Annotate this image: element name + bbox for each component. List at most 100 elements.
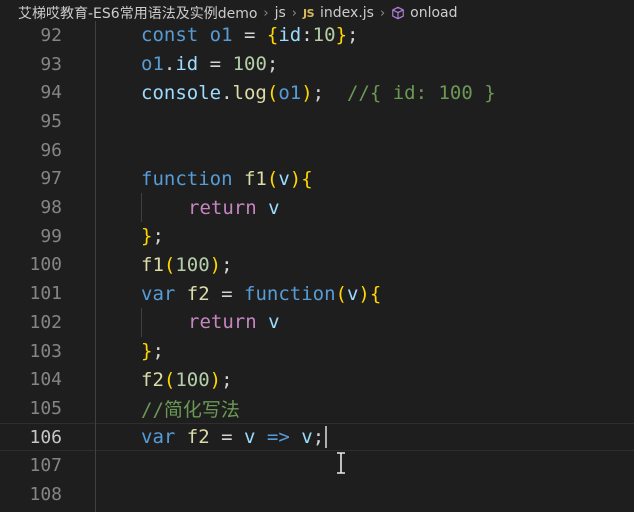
line-number: 92 xyxy=(40,24,62,46)
code-token: 100 xyxy=(175,253,210,276)
code-text[interactable]: f2(100); xyxy=(141,369,233,391)
code-token: ; xyxy=(221,253,233,276)
line-number: 96 xyxy=(40,139,62,161)
code-text[interactable]: o1.id = 100; xyxy=(141,53,278,75)
js-file-icon: JS xyxy=(303,6,315,20)
gutter-divider xyxy=(95,21,96,512)
code-token: ) xyxy=(289,167,302,190)
code-token: o1 xyxy=(141,53,164,76)
code-token: { xyxy=(369,282,382,305)
line-number: 97 xyxy=(40,168,62,190)
code-token: = xyxy=(198,53,233,76)
code-token: v xyxy=(346,282,359,305)
code-text[interactable]: //简化写法 xyxy=(141,395,240,422)
code-token: function xyxy=(244,282,336,305)
code-token: id xyxy=(175,53,199,76)
code-token: o1 xyxy=(278,81,302,104)
chevron-right-icon: › xyxy=(291,5,297,21)
code-text[interactable]: const o1 = {id:10}; xyxy=(141,24,358,46)
code-token: f2 xyxy=(186,425,210,448)
code-token: . xyxy=(163,53,176,76)
code-token: ( xyxy=(163,368,176,391)
code-token: = xyxy=(209,282,244,305)
code-token: ; xyxy=(152,225,164,248)
code-token: { xyxy=(266,24,279,47)
line-number: 104 xyxy=(29,369,62,391)
code-text[interactable]: var f2 = v => v; xyxy=(141,425,328,449)
code-token: ( xyxy=(266,81,279,104)
code-token: log xyxy=(232,81,267,104)
code-text[interactable]: function f1(v){ xyxy=(141,168,313,190)
code-token: ) xyxy=(301,81,313,104)
breadcrumb-subfolder[interactable]: js xyxy=(275,5,286,21)
code-token: = xyxy=(232,24,267,47)
line-number: 101 xyxy=(29,283,62,305)
code-token: ; xyxy=(152,340,164,363)
line-number: 102 xyxy=(29,311,62,333)
code-token: const xyxy=(141,24,199,47)
indent-guide xyxy=(141,308,142,337)
breadcrumb-folder[interactable]: 艾梯哎教育-ES6常用语法及实例demo xyxy=(18,3,257,23)
code-token: ; xyxy=(266,53,279,76)
code-token: { xyxy=(301,167,313,190)
code-token: } xyxy=(141,225,153,248)
code-token: f2 xyxy=(186,282,210,305)
code-token: console xyxy=(141,81,222,104)
code-token: return xyxy=(188,311,257,334)
code-token: id xyxy=(278,24,302,47)
line-number: 99 xyxy=(40,225,62,247)
code-token: : xyxy=(301,24,313,47)
code-token: v xyxy=(268,311,280,334)
code-token: var xyxy=(141,425,176,448)
code-token: ; xyxy=(221,368,233,391)
code-token: ( xyxy=(266,167,279,190)
code-token: ; xyxy=(347,24,359,47)
code-text[interactable]: var f2 = function(v){ xyxy=(141,283,381,305)
line-number: 93 xyxy=(40,53,62,75)
line-number: 94 xyxy=(40,82,62,104)
indent-guide xyxy=(141,193,142,222)
code-token: function xyxy=(141,167,233,190)
breadcrumb-file[interactable]: index.js xyxy=(320,5,374,21)
code-token: o1 xyxy=(209,24,233,47)
line-number: 103 xyxy=(29,340,62,362)
code-token: v xyxy=(268,196,280,219)
code-token: => xyxy=(266,425,290,448)
symbol-method-icon xyxy=(392,6,404,20)
code-token: } xyxy=(141,340,153,363)
text-cursor-icon xyxy=(337,452,345,474)
line-number: 107 xyxy=(29,455,62,477)
line-number: 98 xyxy=(40,197,62,219)
line-number: 108 xyxy=(29,484,62,506)
code-text[interactable]: f1(100); xyxy=(141,254,233,276)
code-token: ; xyxy=(312,425,325,448)
code-text[interactable]: return v xyxy=(188,311,280,333)
code-token: //简化写法 xyxy=(141,398,240,421)
code-token: f1 xyxy=(243,167,267,190)
code-token: 100 xyxy=(232,53,267,76)
line-number: 100 xyxy=(29,254,62,276)
code-token: ) xyxy=(209,253,222,276)
breadcrumb-symbol[interactable]: onload xyxy=(410,5,457,21)
code-text[interactable]: console.log(o1); //{ id: 100 } xyxy=(141,82,496,104)
code-token: //{ id: 100 } xyxy=(346,81,496,104)
code-token: ( xyxy=(335,282,347,305)
code-text[interactable]: return v xyxy=(188,197,280,219)
code-token: ) xyxy=(209,368,222,391)
code-text[interactable]: }; xyxy=(141,340,164,362)
code-token: var xyxy=(141,282,176,305)
code-token: v xyxy=(244,425,256,448)
code-token: f1 xyxy=(141,253,164,276)
code-token: ; xyxy=(312,81,347,104)
code-text[interactable]: }; xyxy=(141,225,164,247)
code-token: 10 xyxy=(312,24,336,47)
code-token: ( xyxy=(163,253,176,276)
